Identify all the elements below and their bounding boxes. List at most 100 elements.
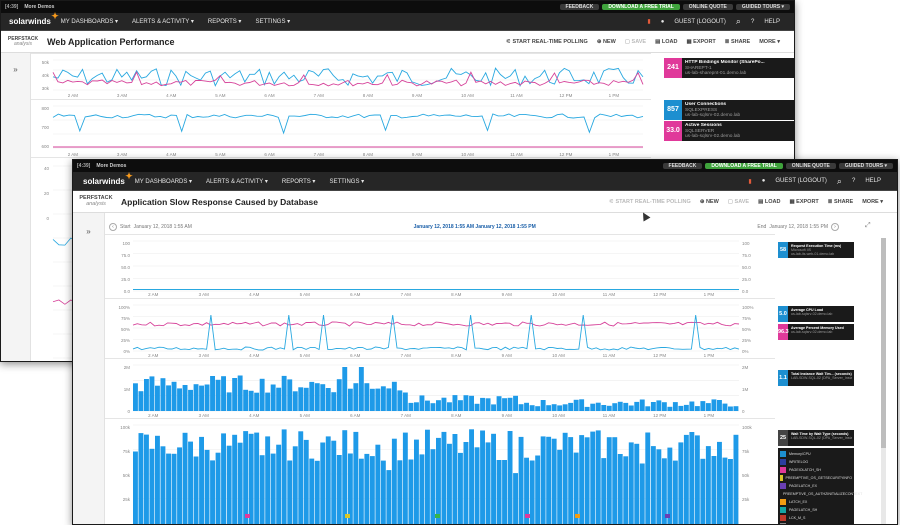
- online-quote-button[interactable]: ONLINE QUOTE: [682, 4, 733, 10]
- legend-item[interactable]: LCK_M_S: [780, 514, 852, 522]
- wait-bar: [243, 389, 249, 411]
- legend-item[interactable]: LATCH_EX: [780, 498, 852, 506]
- start-polling-button[interactable]: ⚟ START REAL-TIME POLLING: [506, 39, 588, 45]
- new-button[interactable]: ⊕ NEW: [597, 39, 616, 45]
- wait-bar: [612, 437, 618, 524]
- help-icon[interactable]: ?: [852, 178, 855, 184]
- nav-my-dashboards[interactable]: MY DASHBOARDS ▾: [61, 18, 118, 25]
- more-button[interactable]: MORE ▾: [862, 199, 883, 205]
- solarwinds-logo[interactable]: solarwinds ✦: [9, 11, 59, 26]
- help-icon[interactable]: ?: [751, 19, 754, 25]
- metric-card[interactable]: 25 Wait Time by Wait Type (seconds) LAB-SD…: [778, 430, 854, 446]
- save-button[interactable]: ▢ SAVE: [625, 39, 646, 45]
- axis-tick-label: 40k: [42, 73, 50, 78]
- range-forward-button[interactable]: ›: [830, 223, 839, 231]
- legend-item[interactable]: PAGELATCH_EX: [780, 482, 852, 490]
- start-time[interactable]: January 12, 2018 1:55 AM: [134, 224, 192, 230]
- guided-tours-button[interactable]: GUIDED TOURS ▾: [838, 163, 893, 169]
- metric-card[interactable]: 33.0 Active Sessions SQLSERVER us-lab-sqlsr…: [664, 121, 794, 141]
- legend-item[interactable]: PREEMPTIVE_OS_AUTHZINITIALIZECONTEXT: [780, 490, 862, 498]
- nav-settings[interactable]: SETTINGS ▾: [329, 178, 364, 185]
- wait-bar: [144, 434, 149, 524]
- wait-bar: [391, 438, 397, 524]
- wait-bar: [320, 384, 326, 411]
- legend-item[interactable]: Memory/CPU: [780, 450, 852, 458]
- scrollbar[interactable]: [881, 238, 886, 524]
- guided-tours-button[interactable]: GUIDED TOURS ▾: [735, 4, 790, 10]
- nav-reports[interactable]: REPORTS ▾: [208, 18, 242, 25]
- help-link[interactable]: HELP: [865, 178, 881, 184]
- load-button[interactable]: ▤ LOAD: [655, 39, 677, 45]
- wait-bar: [155, 435, 160, 524]
- download-trial-button[interactable]: DOWNLOAD A FREE TRIAL: [705, 163, 783, 169]
- new-button[interactable]: ⊕ NEW: [700, 199, 719, 205]
- wait-bar: [193, 456, 199, 524]
- chart-area: 100 75.0 50.0 25.0 0.0 100 75.0 50.0 25.0 0.0 2 AM…: [105, 234, 775, 524]
- end-time[interactable]: January 12, 2018 1:55 PM: [769, 224, 828, 230]
- wait-bar: [700, 401, 706, 411]
- save-button[interactable]: ▢ SAVE: [728, 199, 749, 205]
- nav-alerts-activity[interactable]: ALERTS & ACTIVITY ▾: [132, 18, 194, 25]
- axis-tick-label: 75.0: [121, 253, 130, 258]
- wait-bar: [193, 384, 199, 411]
- wait-bar: [480, 397, 485, 411]
- help-link[interactable]: HELP: [764, 19, 780, 25]
- search-icon[interactable]: ⌕: [837, 176, 842, 187]
- legend-item[interactable]: WRITELOG: [780, 458, 852, 466]
- foreground-window: [4:39] More Demos FEEDBACK DOWNLOAD A FR…: [72, 159, 898, 525]
- export-button[interactable]: ▦ EXPORT: [789, 199, 818, 205]
- page-title: Web Application Performance: [47, 36, 175, 47]
- wait-bar: [408, 402, 414, 411]
- axis-tick-label: 0.0: [742, 289, 749, 294]
- expand-icon[interactable]: »: [73, 227, 104, 236]
- legend-item[interactable]: PREEMPTIVE_OS_GETSECURITYINFO: [780, 474, 852, 482]
- scrollbar-thumb[interactable]: [881, 238, 886, 448]
- more-button[interactable]: MORE ▾: [759, 39, 780, 45]
- wait-bar: [540, 400, 546, 411]
- nav-reports[interactable]: REPORTS ▾: [282, 178, 316, 185]
- metric-card[interactable]: 241 HTTP Bindings Monitor (SharePo... SHAR…: [664, 58, 794, 78]
- share-button[interactable]: ≣ SHARE: [828, 199, 853, 205]
- metric-card[interactable]: 58 Request Execution Time (ms) Microsoft I…: [778, 242, 854, 258]
- axis-tick-label: 0: [742, 409, 745, 414]
- expand-icon[interactable]: »: [1, 65, 30, 74]
- user-logout-link[interactable]: GUEST (LOGOUT): [674, 19, 726, 25]
- notification-icon[interactable]: ▮: [647, 18, 650, 25]
- share-button[interactable]: ≣ SHARE: [725, 39, 750, 45]
- axis-tick-label: 30k: [42, 86, 50, 91]
- metric-card[interactable]: 5.0 Average CPU Load us-lab-sqlsrv-02.demo…: [778, 306, 854, 322]
- metric-card[interactable]: 96.3 Average Percent Memory Used us-lab-sq…: [778, 324, 854, 340]
- wait-bar: [342, 430, 348, 524]
- search-icon[interactable]: ⌕: [736, 16, 741, 27]
- legend-item[interactable]: PAGEIOLATCH_SH: [780, 466, 852, 474]
- wait-bar: [452, 395, 458, 411]
- wait-bar: [414, 439, 419, 524]
- feedback-button[interactable]: FEEDBACK: [662, 163, 703, 169]
- feedback-button[interactable]: FEEDBACK: [559, 4, 600, 10]
- wait-bar: [254, 392, 260, 411]
- nav-settings[interactable]: SETTINGS ▾: [255, 18, 290, 25]
- metric-card[interactable]: 1.1 Total Instance Wait Tim... (seconds) L…: [778, 370, 854, 386]
- wait-bar: [601, 458, 607, 524]
- range-back-button[interactable]: ‹: [109, 223, 117, 231]
- nav-alerts-activity[interactable]: ALERTS & ACTIVITY ▾: [206, 178, 268, 185]
- x-tick-label: 8 AM: [363, 93, 374, 98]
- solarwinds-logo[interactable]: solarwinds ✦: [83, 171, 133, 186]
- legend-item[interactable]: PAGELATCH_SH: [780, 506, 852, 514]
- metric-card-list: 58 Request Execution Time (ms) Microsoft I…: [778, 238, 866, 524]
- user-logout-link[interactable]: GUEST (LOGOUT): [775, 178, 827, 184]
- wait-bar: [628, 442, 634, 524]
- export-button[interactable]: ▦ EXPORT: [686, 39, 715, 45]
- nav-my-dashboards[interactable]: MY DASHBOARDS ▾: [135, 178, 192, 185]
- online-quote-button[interactable]: ONLINE QUOTE: [785, 163, 836, 169]
- expand-chart-icon[interactable]: ⤢: [865, 222, 871, 230]
- axis-tick-label: 25.0: [121, 277, 130, 282]
- x-tick-label: 6 AM: [350, 292, 361, 297]
- start-polling-button[interactable]: ⚟ START REAL-TIME POLLING: [609, 199, 691, 205]
- download-trial-button[interactable]: DOWNLOAD A FREE TRIAL: [602, 4, 680, 10]
- notification-icon[interactable]: ▮: [748, 178, 751, 185]
- wait-bar: [705, 403, 711, 411]
- load-button[interactable]: ▤ LOAD: [758, 199, 780, 205]
- wait-bar: [546, 405, 552, 411]
- metric-card[interactable]: 857 User Connections SQLEXPRESS us-lab-sqls…: [664, 100, 794, 120]
